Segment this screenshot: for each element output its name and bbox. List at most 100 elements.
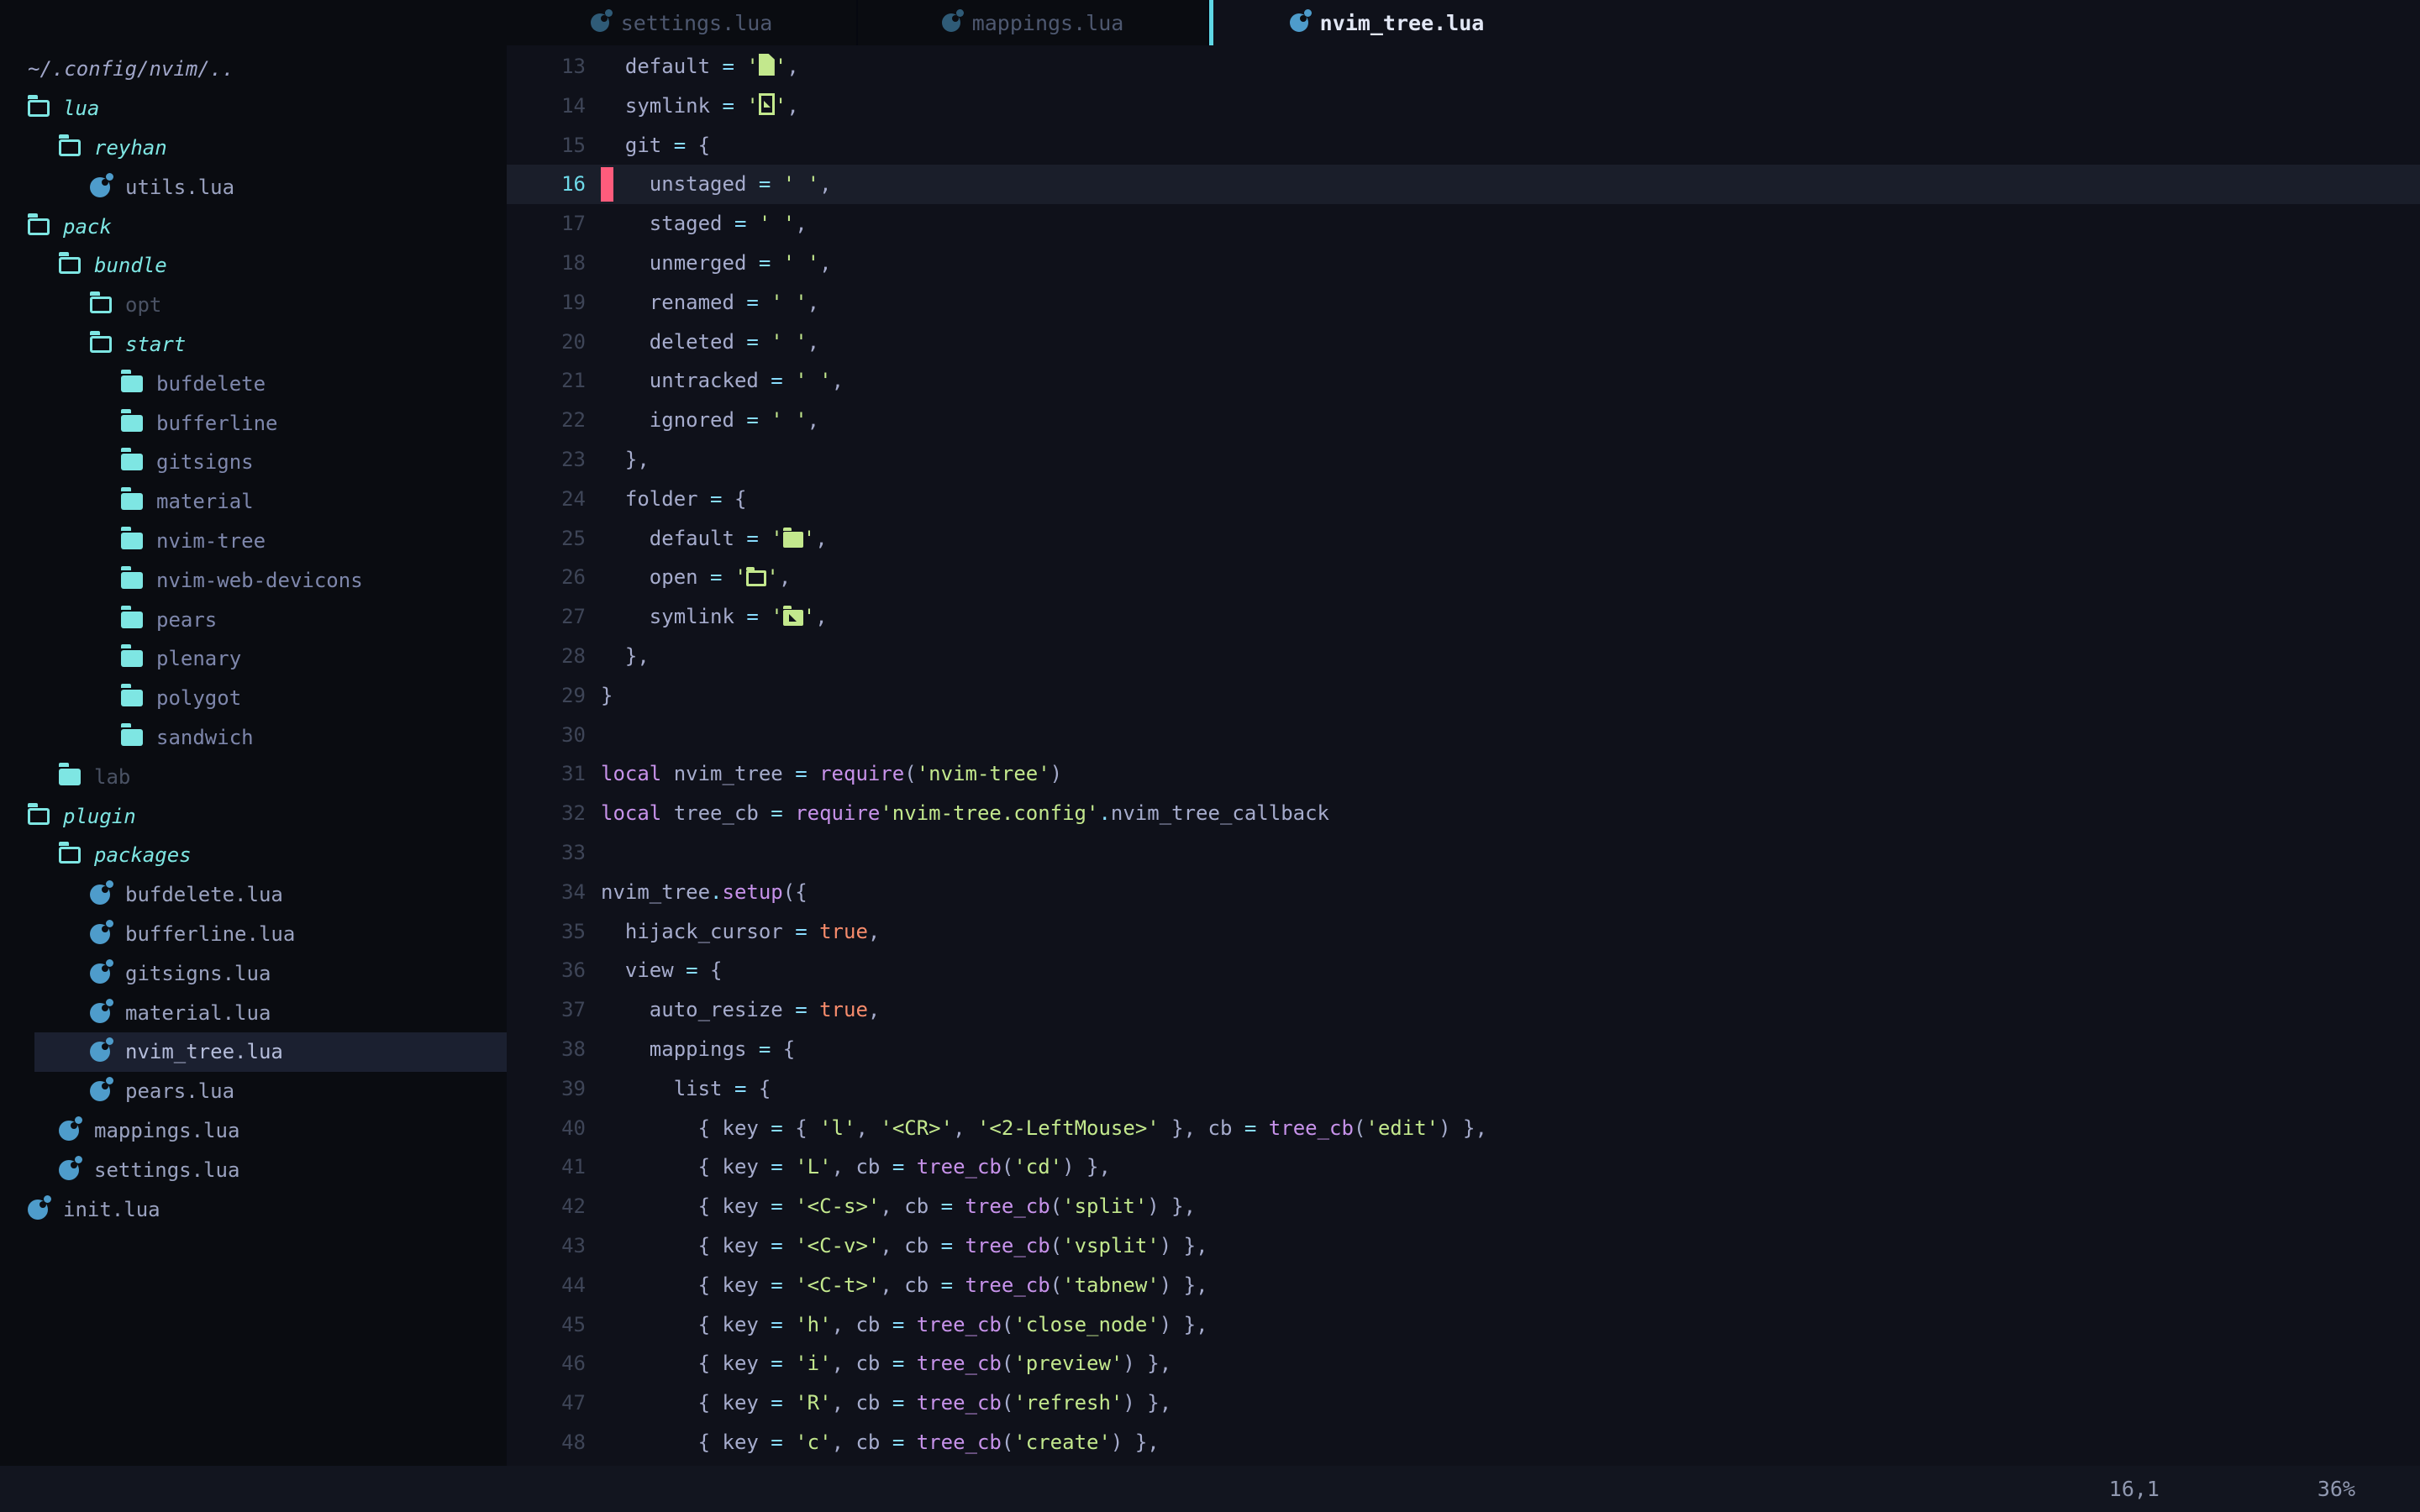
tree-item-mappings.lua[interactable]: mappings.lua: [0, 1111, 507, 1151]
code-line-30[interactable]: 30: [507, 716, 2420, 755]
code-line-16[interactable]: 16 unstaged = ' ',: [507, 165, 2420, 204]
line-number: 32: [507, 794, 586, 833]
tree-item-gitsigns.lua[interactable]: gitsigns.lua: [0, 953, 507, 993]
tree-item-nvim-tree[interactable]: nvim-tree: [0, 522, 507, 561]
tab-settings.lua[interactable]: settings.lua: [507, 0, 858, 45]
token: =: [1244, 1116, 1256, 1140]
code-line-40[interactable]: 40 { key = { 'l', '<CR>', '<2-LeftMouse>…: [507, 1109, 2420, 1148]
tree-item-settings.lua[interactable]: settings.lua: [0, 1150, 507, 1189]
tree-item-polygot[interactable]: polygot: [0, 679, 507, 718]
code-line-46[interactable]: 46 { key = 'i', cb = tree_cb('preview') …: [507, 1344, 2420, 1383]
token: git: [601, 134, 674, 157]
token: 'nvim-tree.config': [880, 801, 1098, 825]
code-line-34[interactable]: 34nvim_tree.setup({: [507, 873, 2420, 912]
code-line-36[interactable]: 36 view = {: [507, 951, 2420, 990]
token: ,: [815, 605, 827, 628]
tree-item-sandwich[interactable]: sandwich: [0, 718, 507, 758]
tree-item-bufferline.lua[interactable]: bufferline.lua: [0, 915, 507, 954]
tree-item-material[interactable]: material: [0, 482, 507, 522]
code-line-19[interactable]: 19 renamed = ' ',: [507, 283, 2420, 323]
tab-mappings.lua[interactable]: mappings.lua: [858, 0, 1209, 45]
token: { key: [601, 1116, 771, 1140]
tree-item-start[interactable]: start: [0, 325, 507, 365]
tree-item-packages[interactable]: packages: [0, 836, 507, 875]
tree-item-label: plenary: [156, 647, 241, 670]
line-number: 37: [507, 990, 586, 1030]
code-line-32[interactable]: 32local tree_cb = require'nvim-tree.conf…: [507, 794, 2420, 833]
tree-item-lua[interactable]: lua: [0, 89, 507, 129]
token: tree_cb: [965, 1234, 1050, 1257]
tree-item-gitsigns[interactable]: gitsigns: [0, 443, 507, 482]
code-line-26[interactable]: 26 open = '',: [507, 558, 2420, 597]
line-number: 18: [507, 244, 586, 283]
token: ,: [855, 1116, 880, 1140]
tree-item-utils.lua[interactable]: utils.lua: [0, 167, 507, 207]
code-line-39[interactable]: 39 list = {: [507, 1069, 2420, 1109]
token: [953, 1194, 965, 1218]
tree-item-nvim_tree.lua[interactable]: nvim_tree.lua: [0, 1032, 507, 1072]
token: , cb: [880, 1234, 940, 1257]
tree-item-plugin[interactable]: plugin: [0, 796, 507, 836]
code-line-45[interactable]: 45 { key = 'h', cb = tree_cb('close_node…: [507, 1305, 2420, 1345]
code-line-17[interactable]: 17 staged = ' ',: [507, 204, 2420, 244]
token: =: [771, 1234, 782, 1257]
code-text: auto_resize = true,: [601, 990, 880, 1030]
code-line-14[interactable]: 14 symlink = '',: [507, 87, 2420, 126]
tree-item-nvim-web-devicons[interactable]: nvim-web-devicons: [0, 560, 507, 600]
tab-nvim_tree.lua[interactable]: nvim_tree.lua: [1209, 0, 1560, 45]
code-line-23[interactable]: 23 },: [507, 440, 2420, 480]
token: ': [746, 55, 758, 78]
token: ,: [953, 1116, 977, 1140]
tree-item-label: pears.lua: [125, 1079, 234, 1103]
code-line-24[interactable]: 24 folder = {: [507, 480, 2420, 519]
code-line-35[interactable]: 35 hijack_cursor = true,: [507, 912, 2420, 952]
code-line-15[interactable]: 15 git = {: [507, 126, 2420, 165]
tree-item-reyhan[interactable]: reyhan: [0, 129, 507, 168]
code-line-31[interactable]: 31local nvim_tree = require('nvim-tree'): [507, 754, 2420, 794]
code-line-27[interactable]: 27 symlink = '',: [507, 597, 2420, 637]
token: ) },: [1160, 1234, 1208, 1257]
tree-item-lab[interactable]: lab: [0, 757, 507, 796]
tab-label: settings.lua: [621, 11, 773, 35]
code-line-33[interactable]: 33: [507, 833, 2420, 873]
tree-item-pears[interactable]: pears: [0, 600, 507, 639]
code-line-41[interactable]: 41 { key = 'L', cb = tree_cb('cd') },: [507, 1147, 2420, 1187]
code-line-42[interactable]: 42 { key = '<C-s>', cb = tree_cb('split'…: [507, 1187, 2420, 1226]
tree-item-bufferline[interactable]: bufferline: [0, 403, 507, 443]
tree-item-bufdelete.lua[interactable]: bufdelete.lua: [0, 875, 507, 915]
token: tree_cb: [917, 1155, 1002, 1179]
code-line-29[interactable]: 29}: [507, 676, 2420, 716]
tree-root-path[interactable]: ~/.config/nvim/..: [0, 50, 507, 89]
code-line-47[interactable]: 47 { key = 'R', cb = tree_cb('refresh') …: [507, 1383, 2420, 1423]
lua-file-icon: [90, 1081, 110, 1101]
code-line-43[interactable]: 43 { key = '<C-v>', cb = tree_cb('vsplit…: [507, 1226, 2420, 1266]
code-line-21[interactable]: 21 untracked = ' ',: [507, 361, 2420, 401]
token: ,: [868, 920, 880, 943]
code-line-48[interactable]: 48 { key = 'c', cb = tree_cb('create') }…: [507, 1423, 2420, 1462]
code-line-38[interactable]: 38 mappings = {: [507, 1030, 2420, 1069]
code-line-20[interactable]: 20 deleted = ' ',: [507, 323, 2420, 362]
tree-item-opt[interactable]: opt: [0, 286, 507, 325]
tree-item-label: bundle: [94, 254, 167, 277]
code-line-37[interactable]: 37 auto_resize = true,: [507, 990, 2420, 1030]
code-text: symlink = '',: [601, 597, 828, 637]
code-line-44[interactable]: 44 { key = '<C-t>', cb = tree_cb('tabnew…: [507, 1266, 2420, 1305]
tree-item-init.lua[interactable]: init.lua: [0, 1189, 507, 1229]
editor-code-area[interactable]: 13 default = '',14 symlink = '',15 git =…: [507, 45, 2420, 1466]
token: [734, 94, 746, 118]
code-line-13[interactable]: 13 default = '',: [507, 47, 2420, 87]
code-text: { key = 'i', cb = tree_cb('preview') },: [601, 1344, 1171, 1383]
tree-item-material.lua[interactable]: material.lua: [0, 993, 507, 1032]
tree-item-bundle[interactable]: bundle: [0, 246, 507, 286]
code-line-22[interactable]: 22 ignored = ' ',: [507, 401, 2420, 440]
tree-item-pack[interactable]: pack: [0, 207, 507, 246]
tree-item-plenary[interactable]: plenary: [0, 639, 507, 679]
tree-item-bufdelete[interactable]: bufdelete: [0, 364, 507, 403]
code-line-25[interactable]: 25 default = '',: [507, 519, 2420, 559]
code-line-18[interactable]: 18 unmerged = ' ',: [507, 244, 2420, 283]
token: 'L': [795, 1155, 831, 1179]
tab-label: mappings.lua: [972, 11, 1124, 35]
tree-item-pears.lua[interactable]: pears.lua: [0, 1072, 507, 1111]
token: ': [746, 94, 758, 118]
code-line-28[interactable]: 28 },: [507, 637, 2420, 676]
